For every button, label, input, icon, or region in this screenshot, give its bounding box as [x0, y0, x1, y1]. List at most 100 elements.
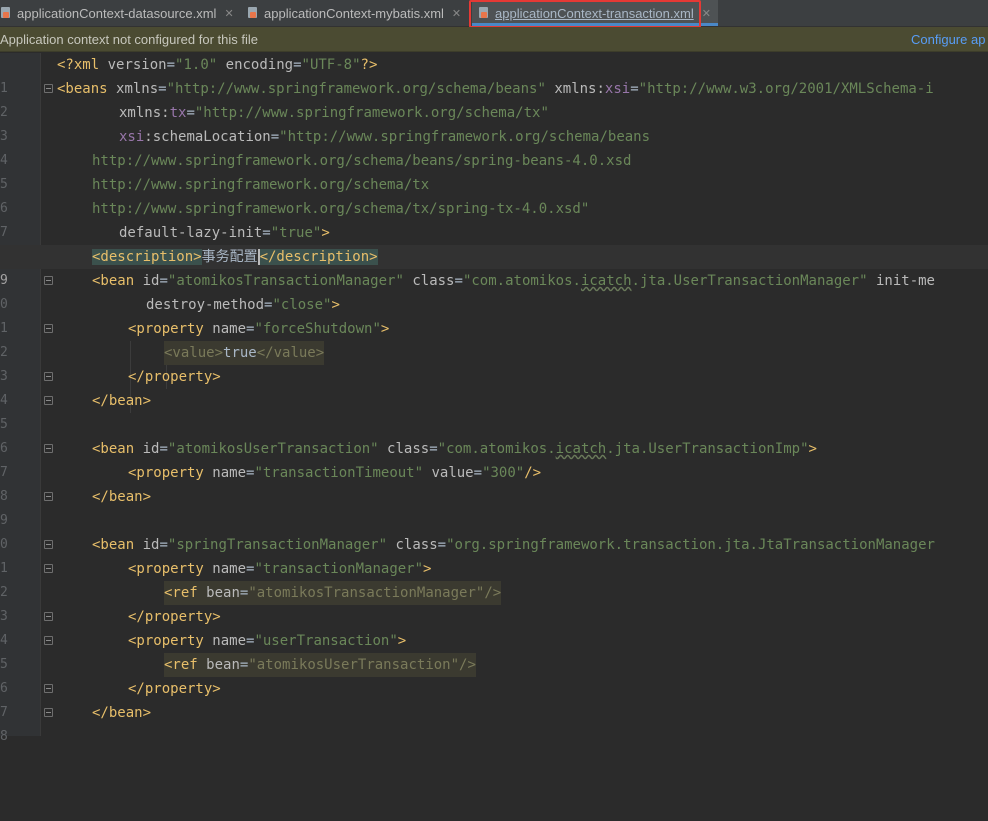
fold-icon[interactable]: [44, 444, 53, 453]
code-line-current: 9 <description>事务配置 </description>: [0, 245, 988, 288]
attr-value: .jta.UserTransactionManager": [631, 273, 868, 289]
attr-value: "forceShutdown": [254, 321, 381, 337]
fold-icon[interactable]: [44, 612, 53, 621]
code-line: 4 </property>: [0, 365, 988, 408]
tag-name: </bean>: [92, 705, 152, 721]
attr-value: "http://www.springframework.org/schema/b…: [279, 129, 651, 145]
attr-value: "userTransaction": [254, 633, 398, 649]
fold-icon[interactable]: [44, 708, 53, 717]
code-line: 2 <beans xmlns="http://www.springframewo…: [0, 77, 988, 120]
code-editor[interactable]: 1 <?xml version="1.0" encoding="UTF-8"?>…: [0, 53, 988, 744]
attr-value: "300": [482, 465, 525, 481]
tag-end: >: [423, 561, 432, 577]
attr-name: xmlns:: [554, 81, 605, 97]
fold-icon[interactable]: [44, 564, 53, 573]
attr-name: value: [431, 465, 474, 481]
code-line: 0 <bean id="atomikosTransactionManager" …: [0, 269, 988, 312]
code-line: 8 default-lazy-init="true">: [0, 221, 988, 264]
attr-value: "true": [270, 225, 322, 241]
code-line: 1 <bean id="springTransactionManager" cl…: [0, 533, 988, 576]
tag-name: <property: [128, 465, 204, 481]
code-line: 3 <ref bean="atomikosTransactionManager"…: [0, 581, 988, 624]
attr-value: "com.atomikos.: [437, 441, 556, 457]
tab-mybatis-xml[interactable]: applicationContext-mybatis.xml ✕: [247, 0, 461, 26]
attr-value: "org.springframework.transaction.jta.Jta…: [446, 537, 935, 553]
attr-value: "com.atomikos.: [462, 273, 581, 289]
tag-name: <property: [128, 633, 204, 649]
red-highlight-annotation: [469, 0, 701, 28]
code-line: 4 </property>: [0, 605, 988, 648]
notification-bar: Application context not configured for t…: [0, 27, 988, 52]
code-line: 7 </property>: [0, 677, 988, 720]
attr-value: "transactionTimeout": [254, 465, 424, 481]
tag-name: </description>: [259, 249, 378, 265]
close-icon[interactable]: ✕: [702, 7, 711, 20]
attr-name: id: [142, 537, 160, 553]
code-line: 1 destroy-method="close">: [0, 293, 988, 336]
attr-value: "transactionManager": [254, 561, 424, 577]
tag-end: />: [524, 465, 542, 481]
attr-value: .jta.UserTransactionImp": [606, 441, 809, 457]
fold-icon[interactable]: [44, 396, 53, 405]
attr-value: "atomikosTransactionManager": [167, 273, 404, 289]
attr-value-typo: icatch: [555, 441, 607, 457]
attr-value: "atomikosUserTransaction": [248, 657, 460, 673]
code-line: 3 xmlns:tx="http://www.springframework.o…: [0, 101, 988, 144]
attr-name: class: [412, 273, 455, 289]
tag-name: <bean: [92, 273, 135, 289]
attr-name: name: [212, 633, 247, 649]
attr-value-typo: icatch: [580, 273, 632, 289]
attr-value: "atomikosTransactionManager": [248, 585, 485, 601]
tag-name: </property>: [128, 369, 221, 385]
tag-end: >: [808, 441, 817, 457]
code-line: 0: [0, 509, 988, 552]
code-line: 2 <property name="forceShutdown">: [0, 317, 988, 360]
namespace: tx: [169, 105, 187, 121]
attr-value: "UTF-8": [301, 57, 361, 73]
attr-value: http://www.springframework.org/schema/tx…: [92, 201, 590, 217]
code-line: 5 http://www.springframework.org/schema/…: [0, 149, 988, 192]
fold-icon[interactable]: [44, 372, 53, 381]
tag-end: >: [397, 633, 407, 649]
code-line: 6: [0, 413, 988, 456]
close-icon[interactable]: ✕: [452, 7, 461, 20]
tag-name: </property>: [128, 609, 221, 625]
fold-icon[interactable]: [44, 540, 53, 549]
tag-end: >: [321, 225, 330, 241]
tag-end: >: [331, 297, 340, 313]
fold-icon[interactable]: [44, 84, 53, 93]
tag-name: </bean>: [92, 489, 152, 505]
attr-value: "springTransactionManager": [167, 537, 388, 553]
fold-icon[interactable]: [44, 324, 53, 333]
line-number: 8: [0, 729, 8, 744]
notification-message: Application context not configured for t…: [0, 31, 258, 47]
configure-link[interactable]: Configure ap: [911, 32, 985, 47]
attr-name: :schemaLocation: [144, 129, 271, 145]
attr-name: bean: [206, 657, 240, 673]
fold-icon[interactable]: [44, 492, 53, 501]
code-line: 8 </bean>: [0, 701, 988, 744]
tab-datasource-xml[interactable]: applicationContext-datasource.xml ✕: [0, 0, 234, 26]
attr-name: name: [212, 561, 247, 577]
attr-name: xmlns:: [119, 105, 170, 121]
fold-icon[interactable]: [44, 636, 53, 645]
attr-value: "http://www.springframework.org/schema/b…: [166, 81, 546, 97]
attr-name: destroy-method: [146, 297, 265, 313]
tag-name: <ref: [164, 585, 198, 601]
attr-value: http://www.springframework.org/schema/be…: [92, 153, 632, 169]
xml-file-icon: [0, 6, 12, 20]
attr-name: name: [212, 465, 247, 481]
xml-file-icon: [247, 6, 259, 20]
tag-end: />: [484, 585, 502, 601]
xml-declaration: <?xml: [57, 57, 100, 73]
tag-name: <description>: [92, 249, 202, 265]
tag-name: </value>: [256, 345, 325, 361]
tag-end: />: [459, 657, 476, 673]
attr-name: class: [387, 441, 430, 457]
attr-value: "http://www.springframework.org/schema/t…: [194, 105, 549, 121]
fold-icon[interactable]: [44, 684, 53, 693]
fold-icon[interactable]: [44, 276, 53, 285]
attr-value: "http://www.w3.org/2001/XMLSchema-i: [638, 81, 934, 97]
close-icon[interactable]: ✕: [224, 7, 233, 20]
namespace: xsi: [119, 129, 145, 145]
